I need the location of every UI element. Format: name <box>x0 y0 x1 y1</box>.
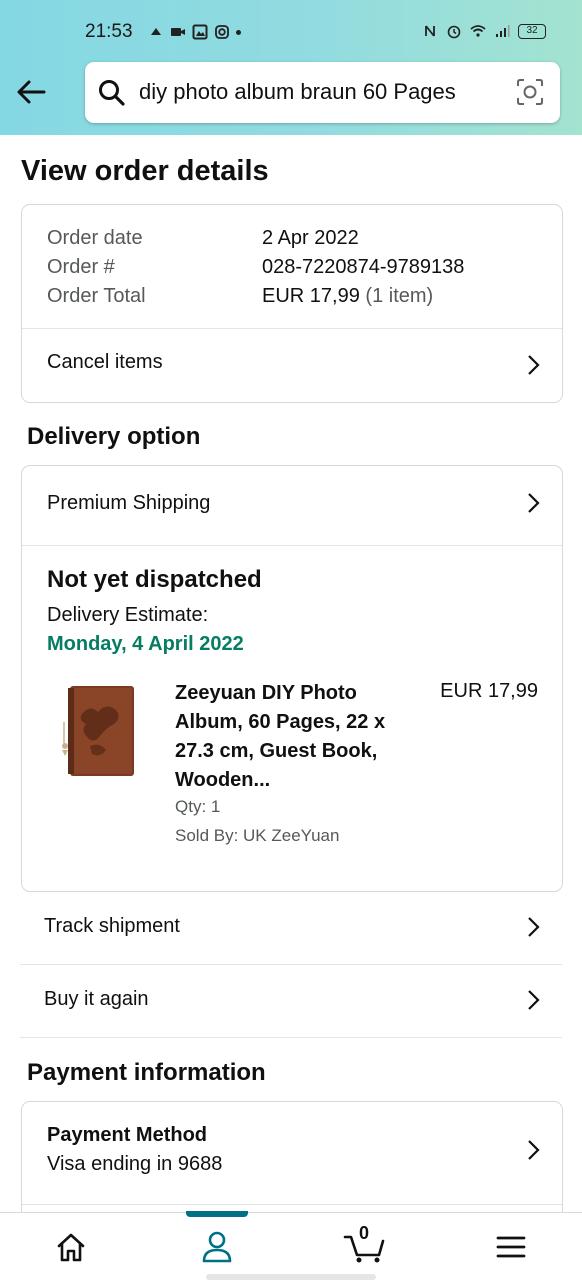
chevron-right-icon <box>528 355 540 375</box>
buy-again-label: Buy it again <box>44 988 149 1010</box>
more-notifications-dot <box>236 29 241 35</box>
cart-button[interactable]: 0 <box>343 1223 387 1265</box>
product-seller: Sold By: UK ZeeYuan <box>175 826 340 845</box>
alarm-icon <box>447 25 461 39</box>
camera-search-icon[interactable] <box>516 78 544 106</box>
shipping-label: Premium Shipping <box>47 492 211 514</box>
track-shipment-label: Track shipment <box>44 915 180 937</box>
status-bar: 21:53 32 <box>0 18 582 48</box>
chevron-right-icon <box>528 917 540 937</box>
payment-section-title: Payment information <box>27 1059 266 1086</box>
search-icon[interactable] <box>97 78 127 108</box>
instagram-icon <box>215 25 229 39</box>
order-date-label: Order date <box>47 227 143 249</box>
order-number-value: 028-7220874-9789138 <box>262 256 465 278</box>
premium-shipping-row[interactable]: Premium Shipping <box>22 466 562 545</box>
order-total-amount: EUR 17,99 <box>262 285 360 307</box>
chevron-right-icon <box>528 1140 540 1160</box>
account-icon[interactable] <box>197 1229 237 1265</box>
page-title: View order details <box>21 155 269 187</box>
product-title[interactable]: Zeeyuan DIY Photo Album, 60 Pages, 22 x … <box>175 679 415 795</box>
menu-icon[interactable] <box>491 1229 531 1265</box>
buy-again-row[interactable]: Buy it again <box>20 966 562 1038</box>
signal-icon <box>496 25 510 37</box>
search-input[interactable]: diy photo album braun 60 Pages <box>139 79 456 105</box>
app-header: 21:53 32 diy photo album braun 60 Pages <box>0 0 582 135</box>
delivery-estimate-label: Delivery Estimate: <box>47 604 209 626</box>
wifi-icon <box>470 25 486 37</box>
divider <box>22 545 562 546</box>
order-date-value: 2 Apr 2022 <box>262 227 359 249</box>
cancel-items-label: Cancel items <box>47 351 163 373</box>
order-total-items: (1 item) <box>365 285 434 307</box>
gallery-icon <box>192 24 208 40</box>
video-icon <box>171 28 185 36</box>
chevron-right-icon <box>528 493 540 513</box>
order-number-label: Order # <box>47 256 115 278</box>
delivery-section-title: Delivery option <box>27 423 201 450</box>
search-bar[interactable]: diy photo album braun 60 Pages <box>85 62 560 123</box>
nfc-icon <box>425 25 435 37</box>
cart-count-badge: 0 <box>358 1223 369 1243</box>
track-shipment-row[interactable]: Track shipment <box>20 893 562 965</box>
shipment-status: Not yet dispatched <box>47 566 262 593</box>
home-icon[interactable] <box>51 1229 91 1265</box>
gesture-bar <box>206 1274 376 1280</box>
order-summary-card: Order date 2 Apr 2022 Order # 028-722087… <box>21 204 563 403</box>
product-quantity: Qty: 1 <box>175 797 221 816</box>
product-image[interactable] <box>60 684 136 778</box>
chevron-right-icon <box>528 990 540 1010</box>
order-total-label: Order Total <box>47 285 146 307</box>
battery-indicator: 32 <box>518 23 546 39</box>
payment-method-detail: Visa ending in 9688 <box>47 1153 223 1175</box>
product-price: EUR 17,99 <box>440 680 538 702</box>
notification-icon <box>151 28 161 35</box>
status-time: 21:53 <box>85 21 133 42</box>
active-tab-indicator <box>186 1211 248 1217</box>
system-icons: 32 <box>422 23 546 39</box>
order-total-value: EUR 17,99 (1 item) <box>262 285 433 308</box>
divider <box>22 1204 562 1205</box>
delivery-card: Premium Shipping Not yet dispatched Deli… <box>21 465 563 892</box>
back-arrow-icon[interactable] <box>14 75 50 109</box>
cancel-items-row[interactable]: Cancel items <box>22 329 562 403</box>
delivery-estimate-date: Monday, 4 April 2022 <box>47 633 244 655</box>
bottom-navigation: 0 <box>0 1211 582 1280</box>
payment-method-title: Payment Method <box>47 1124 208 1146</box>
notification-icons <box>148 24 241 40</box>
